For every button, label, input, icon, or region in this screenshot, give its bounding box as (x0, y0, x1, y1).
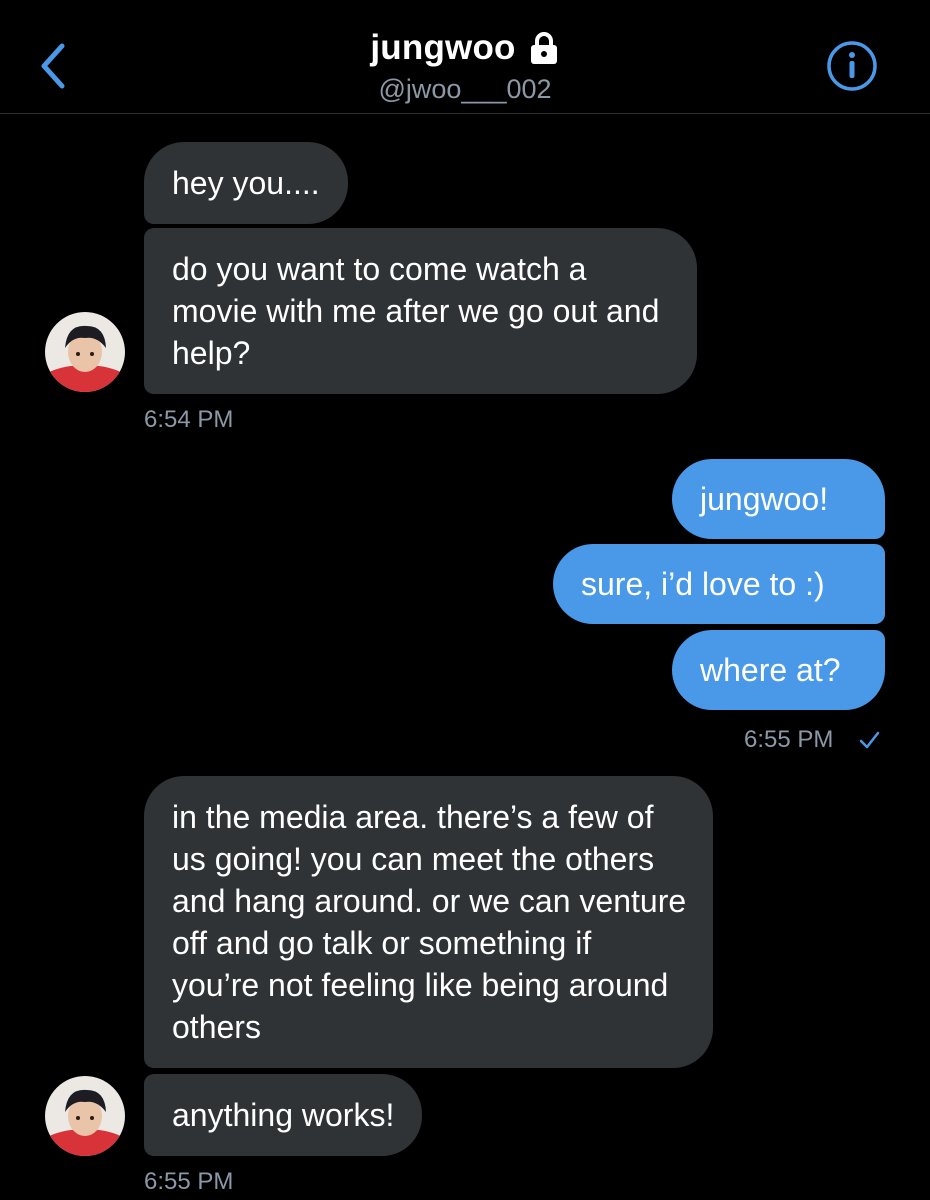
timestamp: 6:55 PM (144, 1168, 234, 1195)
conversation-title-block[interactable]: jungwoo @jwoo___002 (0, 28, 930, 105)
avatar[interactable] (45, 312, 125, 392)
profile-photo (45, 1076, 125, 1156)
avatar[interactable] (45, 1076, 125, 1156)
message-bubble-outgoing[interactable]: sure, i’d love to :) (553, 544, 885, 624)
checkmark-icon (859, 731, 880, 749)
conversation-header: jungwoo @jwoo___002 (0, 0, 930, 114)
timestamp: 6:54 PM (144, 406, 234, 433)
message-bubble-incoming[interactable]: do you want to come watch a movie with m… (144, 228, 697, 394)
message-text: hey you.... (172, 165, 320, 201)
message-bubble-incoming[interactable]: in the media area. there’s a few of us g… (144, 776, 713, 1068)
message-bubble-incoming[interactable]: anything works! (144, 1074, 423, 1156)
lock-icon (530, 32, 557, 64)
contact-name: jungwoo (370, 28, 516, 67)
message-bubble-incoming[interactable]: hey you.... (144, 142, 348, 224)
profile-photo (45, 312, 125, 392)
timestamp-row: 6:55 PM (700, 724, 888, 756)
message-text: sure, i’d love to :) (581, 566, 825, 602)
message-text: where at? (700, 652, 841, 688)
message-text: anything works! (172, 1097, 395, 1133)
info-button[interactable] (826, 40, 878, 92)
message-bubble-outgoing[interactable]: jungwoo! (672, 459, 885, 539)
dm-conversation-screen: jungwoo @jwoo___002 hey you.... do you w… (0, 0, 930, 1200)
timestamp: 6:55 PM (744, 726, 834, 753)
message-text: jungwoo! (700, 481, 829, 517)
contact-handle: @jwoo___002 (378, 74, 552, 104)
message-text: in the media area. there’s a few of us g… (172, 799, 687, 1045)
message-text: do you want to come watch a movie with m… (172, 251, 660, 371)
message-bubble-outgoing[interactable]: where at? (672, 630, 885, 710)
info-icon (827, 41, 877, 91)
